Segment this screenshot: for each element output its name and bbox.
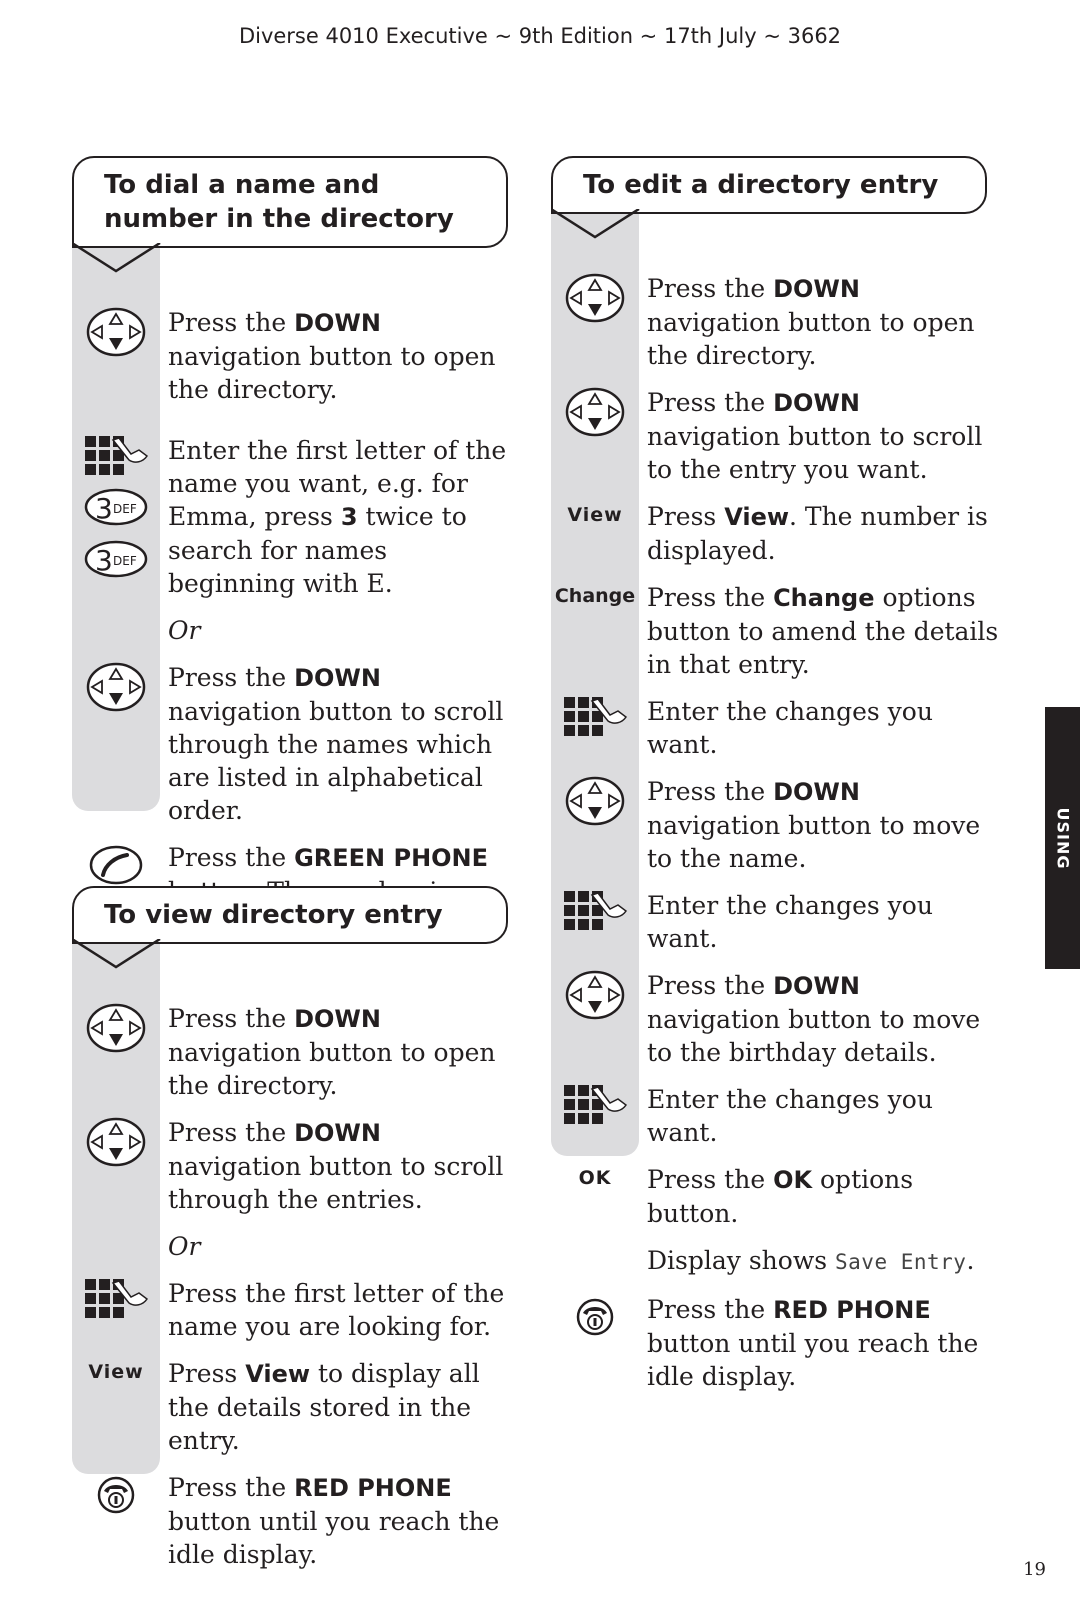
step-text: Press the DOWN navigation button to scro… — [168, 1118, 504, 1214]
step-text: Press the OK options button. — [647, 1165, 914, 1228]
keypad-icon — [564, 891, 628, 930]
green-phone-icon — [89, 845, 143, 885]
heading-pointer — [72, 243, 161, 273]
navigation-down-icon — [86, 307, 146, 357]
step-text: Enter the changes you want. — [647, 1085, 933, 1147]
view-key-label: View — [88, 1361, 144, 1383]
step-text: Display shows Save Entry. — [647, 1246, 975, 1275]
key-3-def-icon: 3 DEF — [84, 540, 148, 578]
view-key-label: View — [567, 504, 623, 526]
navigation-down-icon — [565, 776, 625, 826]
step-text: Press the DOWN navigation button to scro… — [647, 388, 983, 484]
step-text: Press the DOWN navigation button to scro… — [168, 663, 504, 825]
section-view-directory-entry: To view directory entry Press the DOWN n… — [72, 886, 522, 1569]
heading-pointer — [72, 939, 161, 969]
step-text: Enter the changes you want. — [647, 697, 933, 759]
svg-text:DEF: DEF — [113, 554, 137, 568]
step: Press the first letter of the name you a… — [72, 1277, 522, 1343]
section-title: To dial a name and number in the directo… — [104, 170, 454, 234]
keypad-icon — [564, 697, 628, 736]
step: Enter the changes you want. — [551, 889, 1001, 955]
step-text: Press View to display all the details st… — [168, 1359, 480, 1455]
section-edit-directory-entry: To edit a directory entry Press the DOWN… — [551, 156, 1001, 1391]
step: Press the DOWN navigation button to scro… — [72, 661, 522, 827]
step-text: Enter the changes you want. — [647, 891, 933, 953]
step: Enter the changes you want. — [551, 695, 1001, 761]
step-text: Press the first letter of the name you a… — [168, 1279, 505, 1341]
or-separator: Or — [168, 1232, 201, 1261]
section-title: To edit a directory entry — [583, 170, 939, 200]
section-heading-box: To edit a directory entry — [551, 156, 987, 214]
step-text: Press the DOWN navigation button to move… — [647, 777, 981, 873]
step-text: Press View. The number is displayed. — [647, 502, 988, 565]
steps-list: Press the DOWN navigation button to open… — [551, 272, 1001, 1407]
step: OK Press the OK options button. — [551, 1163, 1001, 1230]
step: Press the DOWN navigation button to open… — [72, 306, 522, 406]
step: Display shows Save Entry. — [551, 1244, 1001, 1279]
keypad-icon — [564, 1085, 628, 1124]
step: Press the RED PHONE button until you rea… — [551, 1293, 1001, 1393]
svg-text:3: 3 — [95, 544, 113, 577]
keypad-icon — [85, 1279, 149, 1318]
lcd-display-text: Save Entry — [835, 1250, 967, 1274]
change-key-label: Change — [554, 585, 636, 607]
keypad-icon — [85, 436, 149, 475]
step: Press the DOWN navigation button to move… — [551, 775, 1001, 875]
chapter-side-tab[interactable]: USING — [1045, 707, 1080, 969]
step-text: Press the Change options button to amend… — [647, 583, 999, 679]
side-tab-label: USING — [1053, 807, 1072, 869]
step-text: Enter the first letter of the name you w… — [168, 436, 507, 598]
navigation-down-icon — [86, 1117, 146, 1167]
step: Press the DOWN navigation button to open… — [551, 272, 1001, 372]
section-heading-box: To view directory entry — [72, 886, 508, 944]
step-text: Press the RED PHONE button until you rea… — [168, 1473, 500, 1569]
svg-text:3: 3 — [95, 492, 113, 525]
step: Press the DOWN navigation button to scro… — [551, 386, 1001, 486]
svg-text:DEF: DEF — [113, 502, 137, 516]
steps-list: Press the DOWN navigation button to open… — [72, 1002, 522, 1585]
navigation-down-icon — [86, 1003, 146, 1053]
navigation-down-icon — [565, 387, 625, 437]
red-phone-icon — [576, 1298, 614, 1336]
heading-pointer — [551, 209, 640, 239]
navigation-down-icon — [86, 662, 146, 712]
step: View Press View to display all the detai… — [72, 1357, 522, 1457]
step: View Press View. The number is displayed… — [551, 500, 1001, 567]
or-separator: Or — [168, 616, 201, 645]
step-text: Press the DOWN navigation button to open… — [647, 274, 975, 370]
navigation-down-icon — [565, 970, 625, 1020]
step: Press the RED PHONE button until you rea… — [72, 1471, 522, 1571]
section-heading-box: To dial a name and number in the directo… — [72, 156, 508, 248]
steps-list: Press the DOWN navigation button to open… — [72, 306, 522, 955]
step-text: Press the RED PHONE button until you rea… — [647, 1295, 979, 1391]
red-phone-icon — [97, 1476, 135, 1514]
step: Press the DOWN navigation button to move… — [551, 969, 1001, 1069]
step-text: Press the DOWN navigation button to open… — [168, 308, 496, 404]
page-number: 19 — [1023, 1559, 1046, 1580]
step-text: Press the DOWN navigation button to move… — [647, 971, 981, 1067]
ok-key-label: OK — [578, 1167, 612, 1189]
step: Press the DOWN navigation button to scro… — [72, 1116, 522, 1216]
step-text: Press the DOWN navigation button to open… — [168, 1004, 496, 1100]
step: Enter the changes you want. — [551, 1083, 1001, 1149]
step: 3 DEF 3 DEF Enter the first letter of the … — [72, 434, 522, 600]
section-title: To view directory entry — [104, 900, 443, 930]
running-header: Diverse 4010 Executive ~ 9th Edition ~ 1… — [238, 24, 842, 48]
step: Press the DOWN navigation button to open… — [72, 1002, 522, 1102]
step: Change Press the Change options button t… — [551, 581, 1001, 681]
key-3-def-icon: 3 DEF — [84, 488, 148, 526]
section-dial-from-directory: To dial a name and number in the directo… — [72, 156, 522, 939]
navigation-down-icon — [565, 273, 625, 323]
